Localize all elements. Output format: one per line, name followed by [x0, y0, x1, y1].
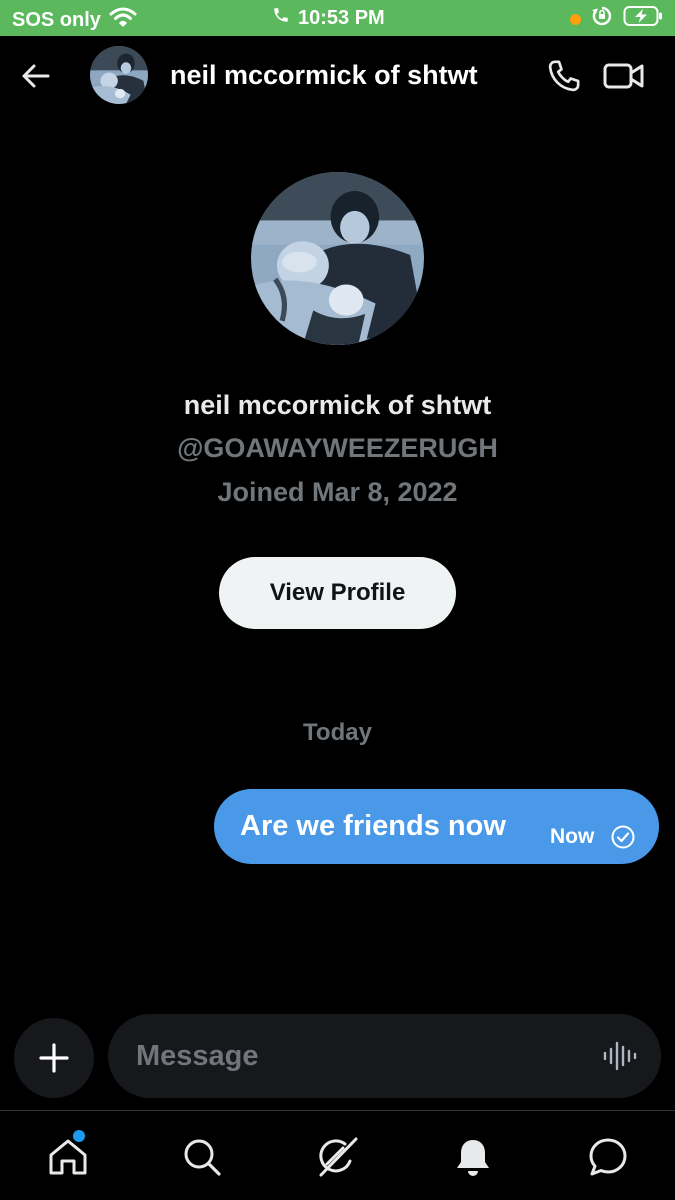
avatar-photo	[90, 46, 148, 104]
phone-icon	[548, 60, 580, 92]
voice-waveform-icon	[603, 1041, 637, 1071]
bottom-tab-bar	[0, 1110, 675, 1200]
messages-icon	[589, 1138, 627, 1176]
battery-charging-icon	[623, 5, 663, 33]
message-timestamp: Now	[550, 825, 595, 848]
plus-icon	[39, 1043, 69, 1073]
tab-grok[interactable]	[315, 1135, 359, 1179]
wifi-icon	[109, 6, 137, 34]
voice-message-button[interactable]	[602, 1038, 638, 1074]
status-bar: SOS only 10:53 PM	[0, 0, 675, 36]
grok-icon	[319, 1137, 358, 1177]
bell-icon	[457, 1140, 489, 1176]
message-text: Are we friends now	[240, 810, 506, 842]
search-icon	[184, 1139, 221, 1176]
status-time: 10:53 PM	[298, 6, 385, 29]
video-call-button[interactable]	[602, 56, 646, 96]
view-profile-button[interactable]: View Profile	[219, 557, 456, 629]
profile-avatar[interactable]	[251, 172, 424, 345]
read-check-icon	[610, 824, 636, 850]
header-avatar[interactable]	[90, 46, 148, 104]
profile-photo	[251, 172, 424, 345]
profile-display-name: neil mccormick of shtwt	[183, 390, 492, 420]
tab-search[interactable]	[180, 1135, 224, 1179]
back-button[interactable]	[18, 58, 54, 94]
outgoing-message-bubble[interactable]: Are we friends now Now	[214, 789, 659, 864]
home-notification-dot	[73, 1130, 85, 1142]
tab-home[interactable]	[46, 1130, 90, 1179]
back-arrow-icon	[22, 64, 50, 88]
carrier-label: SOS only	[12, 8, 101, 31]
home-icon	[49, 1139, 87, 1175]
profile-joined-date: Joined Mar 8, 2022	[217, 477, 458, 507]
audio-call-button[interactable]	[544, 56, 584, 96]
call-active-icon	[272, 6, 290, 30]
tab-notifications[interactable]	[451, 1135, 495, 1179]
tab-messages[interactable]	[586, 1135, 630, 1179]
conversation-header: neil mccormick of shtwt	[0, 36, 675, 116]
message-composer	[108, 1014, 661, 1098]
profile-handle: @GOAWAYWEEZERUGH	[177, 433, 498, 463]
message-input[interactable]	[136, 1036, 576, 1076]
rotation-lock-icon	[591, 5, 613, 33]
add-attachment-button[interactable]	[14, 1018, 94, 1098]
video-camera-icon	[603, 63, 644, 89]
header-display-name[interactable]: neil mccormick of shtwt	[170, 60, 515, 91]
recording-indicator	[570, 13, 581, 25]
day-separator: Today	[303, 719, 372, 746]
